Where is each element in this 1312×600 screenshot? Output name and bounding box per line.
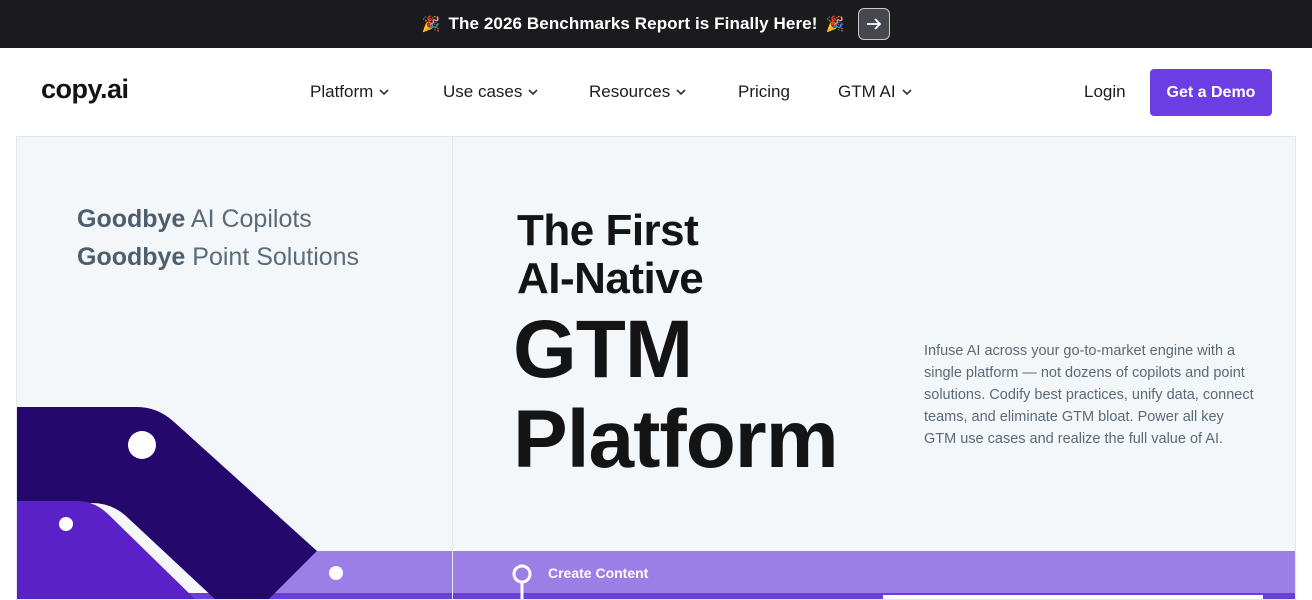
headline-line-2: AI-Native (517, 254, 704, 303)
nav-item-gtm-ai[interactable]: GTM AI (838, 82, 912, 102)
track-card (883, 595, 1263, 599)
chevron-down-icon (676, 88, 686, 95)
track-label-create-content[interactable]: Create Content (548, 565, 648, 581)
login-link[interactable]: Login (1084, 82, 1126, 102)
nav-item-label: Pricing (738, 82, 790, 101)
headline-line-1: The First (517, 206, 699, 255)
arrow-right-icon[interactable] (858, 8, 891, 40)
nav-item-label: Platform (310, 82, 374, 101)
chevron-down-icon (528, 88, 538, 95)
headline-line-3: GTM (513, 304, 693, 395)
nav-item-label: Resources (589, 82, 671, 101)
nav-item-label: Use cases (443, 82, 523, 101)
party-popper-icon-right: 🎉 (825, 16, 845, 33)
announcement-text-group[interactable]: 🎉 The 2026 Benchmarks Report is Finally … (422, 14, 845, 34)
announcement-bar[interactable]: 🎉 The 2026 Benchmarks Report is Finally … (0, 0, 1312, 48)
hero-description: Infuse AI across your go-to-market engin… (924, 343, 1254, 447)
chevron-down-icon (379, 88, 389, 95)
announcement-text[interactable]: The 2026 Benchmarks Report is Finally He… (449, 14, 818, 34)
goodbye-bold: Goodbye (77, 243, 186, 271)
logo[interactable]: copy.ai (41, 74, 129, 105)
goodbye-point-solutions: Goodbye Point Solutions (77, 243, 359, 272)
chevron-down-icon (902, 88, 912, 95)
main-nav: copy.ai Platform Use cases Resources Pri… (0, 48, 1312, 136)
nav-item-pricing[interactable]: Pricing (738, 82, 790, 102)
goodbye-rest: Point Solutions (185, 243, 360, 271)
nav-item-label: GTM AI (838, 82, 896, 101)
get-demo-button[interactable]: Get a Demo (1150, 69, 1272, 116)
nav-item-use-cases[interactable]: Use cases (443, 82, 538, 102)
hero-section: Goodbye AI Copilots Goodbye Point Soluti… (16, 136, 1296, 600)
headline-line-4: Platform (513, 394, 839, 485)
goodbye-rest: AI Copilots (185, 205, 312, 233)
nav-item-resources[interactable]: Resources (589, 82, 686, 102)
ring-marker (512, 564, 532, 584)
nav-item-platform[interactable]: Platform (310, 82, 389, 102)
goodbye-bold: Goodbye (77, 205, 186, 233)
goodbye-copilots: Goodbye AI Copilots (77, 205, 312, 234)
party-popper-icon: 🎉 (421, 16, 441, 33)
